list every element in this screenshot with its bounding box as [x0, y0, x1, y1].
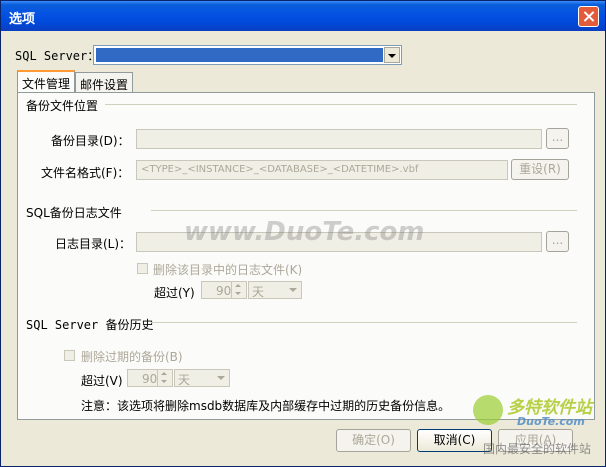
delete-log-label: 删除该目录中的日志文件(K): [153, 263, 303, 277]
watermark-logo-url: DuoTe.com: [517, 415, 585, 428]
backup-dir-browse-button[interactable]: ...: [546, 128, 569, 149]
divider: [151, 210, 577, 211]
history-days-spinner[interactable]: 90: [127, 369, 173, 387]
delete-log-checkbox[interactable]: [137, 263, 148, 274]
dropdown-arrow-icon[interactable]: [384, 47, 400, 63]
history-unit-select[interactable]: 天: [174, 369, 230, 387]
tab-mail-settings[interactable]: 邮件设置: [75, 72, 133, 92]
sql-log-heading: SQL备份日志文件: [26, 206, 122, 220]
delete-history-label: 删除过期的备份(B): [81, 350, 183, 364]
watermark-logo-sub: 国内最安全的软件站: [483, 442, 592, 456]
sql-server-label: SQL Server：: [15, 49, 100, 63]
log-days-spinner[interactable]: 90: [201, 281, 247, 299]
reset-button[interactable]: 重设(R): [511, 159, 569, 180]
log-days-value: 90: [216, 284, 232, 298]
backup-dir-label: 备份目录(D)：: [51, 134, 130, 148]
watermark-text: www.DuoTe.com: [184, 217, 425, 247]
divider: [151, 322, 577, 323]
sql-server-combo[interactable]: [93, 45, 402, 65]
log-unit-value: 天: [252, 285, 265, 299]
delete-history-checkbox[interactable]: [64, 350, 75, 361]
filename-format-label: 文件名格式(F)：: [41, 166, 130, 180]
sql-server-selected: [96, 48, 383, 62]
close-icon[interactable]: [578, 6, 599, 27]
history-days-value: 90: [142, 372, 158, 386]
watermark-logo-icon: [473, 395, 503, 425]
log-dir-browse-button[interactable]: ...: [546, 231, 569, 252]
spin-arrows-icon[interactable]: [231, 282, 246, 298]
history-unit-value: 天: [178, 373, 191, 387]
options-dialog: 选项 SQL Server： 文件管理 邮件设置 备份文件位置 备份目录(D)：…: [0, 0, 606, 467]
tab-file-management[interactable]: 文件管理: [17, 70, 75, 93]
backup-dir-field[interactable]: [136, 129, 542, 149]
window-title: 选项: [9, 12, 36, 27]
title-bar[interactable]: 选项: [1, 1, 605, 31]
backup-location-heading: 备份文件位置: [26, 99, 99, 113]
history-over-label: 超过(V): [81, 374, 123, 388]
log-unit-select[interactable]: 天: [248, 281, 302, 299]
divider: [105, 104, 577, 105]
dropdown-arrow-icon[interactable]: [214, 371, 228, 385]
cancel-button[interactable]: 取消(C): [417, 429, 492, 452]
history-heading: SQL Server 备份历史: [26, 318, 154, 332]
dropdown-arrow-icon[interactable]: [286, 283, 300, 297]
log-over-label: 超过(Y): [154, 286, 195, 300]
spin-arrows-icon[interactable]: [157, 370, 172, 386]
history-note: 注意：该选项将删除msdb数据库及内部缓存中过期的历史备份信息。: [81, 399, 451, 413]
log-dir-label: 日志目录(L)：: [55, 237, 132, 251]
filename-format-field[interactable]: <TYPE>_<INSTANCE>_<DATABASE>_<DATETIME>.…: [136, 160, 508, 180]
ok-button[interactable]: 确定(O): [336, 429, 411, 452]
